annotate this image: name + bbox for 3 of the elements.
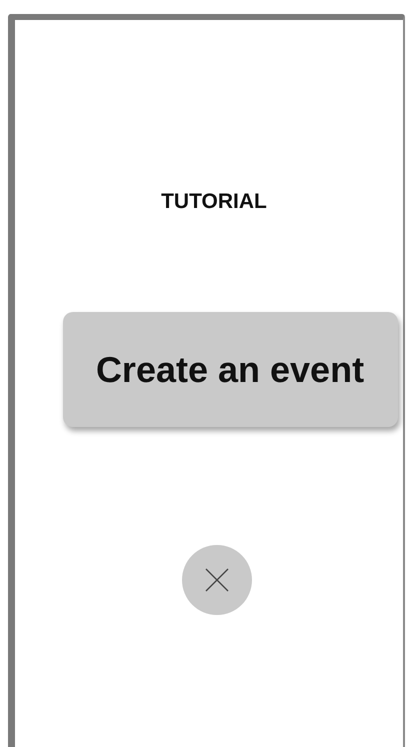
create-event-button[interactable]: Create an event [62,312,398,427]
close-icon [204,567,230,593]
tutorial-title: TUTORIAL [161,190,267,214]
